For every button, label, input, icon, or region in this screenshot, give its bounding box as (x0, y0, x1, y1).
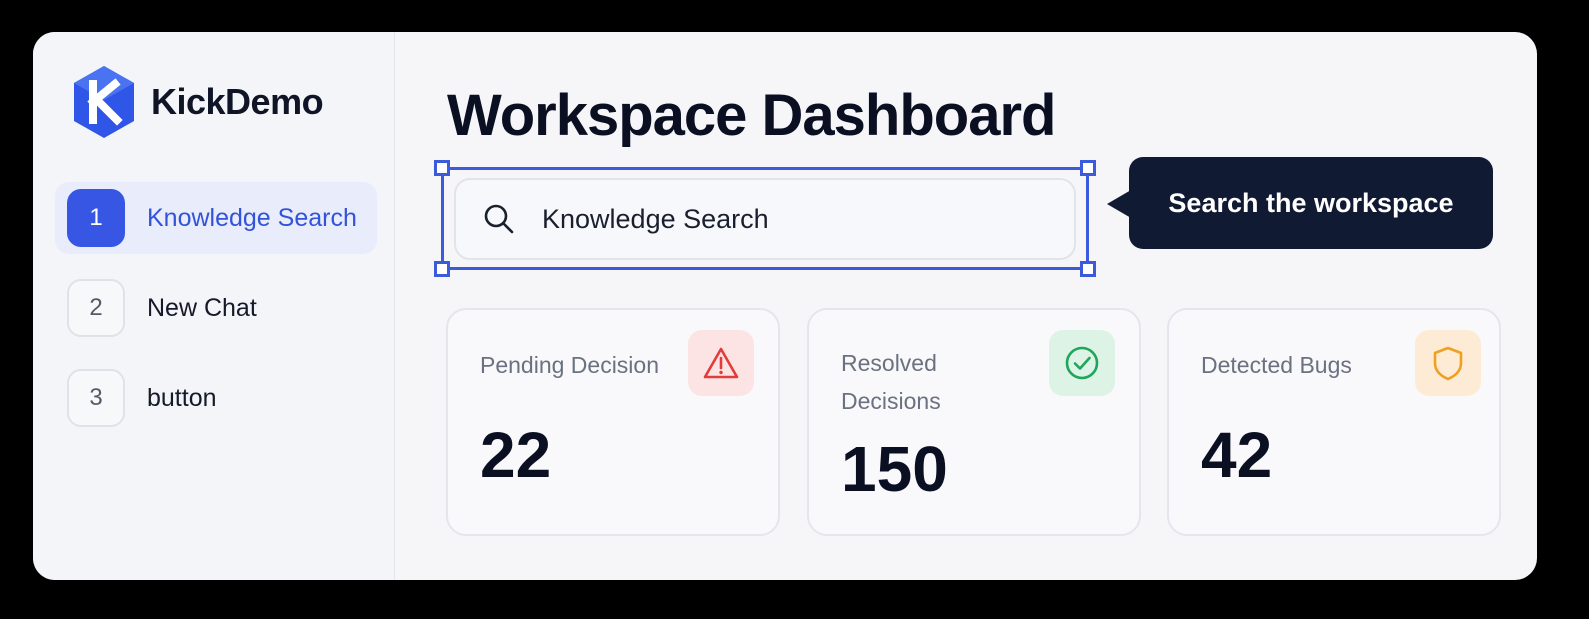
resize-handle-top-right[interactable] (1080, 160, 1096, 176)
brand[interactable]: KickDemo (71, 64, 324, 140)
warning-icon (703, 347, 739, 379)
check-circle-icon (1065, 346, 1099, 380)
stat-card-pending-decision[interactable]: Pending Decision 22 (446, 308, 780, 536)
app-window: KickDemo 1 Knowledge Search 2 New Chat 3… (33, 32, 1537, 580)
stat-card-label: Detected Bugs (1201, 352, 1352, 378)
brand-name: KickDemo (151, 81, 324, 122)
shield-icon (1433, 346, 1463, 381)
nav-number-badge: 1 (67, 189, 125, 247)
sidebar: KickDemo 1 Knowledge Search 2 New Chat 3… (33, 32, 395, 580)
shield-icon-badge (1415, 330, 1481, 396)
search-input[interactable] (542, 203, 1062, 235)
tooltip-arrow (1107, 190, 1131, 218)
stat-card-label: Resolved Decisions (841, 350, 941, 414)
sidebar-nav: 1 Knowledge Search 2 New Chat 3 button (55, 182, 377, 452)
stat-card-value: 42 (1201, 419, 1273, 491)
resize-handle-bottom-left[interactable] (434, 261, 450, 277)
stat-card-value: 22 (480, 419, 552, 491)
stat-card-resolved-decisions[interactable]: Resolved Decisions 150 (807, 308, 1141, 536)
nav-number-badge: 2 (67, 279, 125, 337)
search-tooltip: Search the workspace (1107, 157, 1493, 249)
sidebar-item-label: button (147, 383, 217, 412)
sidebar-item-knowledge-search[interactable]: 1 Knowledge Search (55, 182, 377, 254)
stat-card-value: 150 (841, 433, 948, 505)
stat-card-label: Pending Decision (480, 352, 660, 378)
search-box[interactable] (454, 178, 1076, 260)
main-content: Workspace Dashboard Search the workspace… (395, 32, 1537, 580)
resize-handle-bottom-right[interactable] (1080, 261, 1096, 277)
sidebar-item-label: New Chat (147, 293, 257, 322)
sidebar-item-button[interactable]: 3 button (55, 362, 377, 434)
kickdemo-logo-icon (74, 66, 134, 138)
sidebar-item-label: Knowledge Search (147, 203, 357, 232)
sidebar-item-new-chat[interactable]: 2 New Chat (55, 272, 377, 344)
page-title: Workspace Dashboard (447, 83, 1056, 148)
tooltip-text: Search the workspace (1168, 187, 1454, 218)
stat-card-detected-bugs[interactable]: Detected Bugs 42 (1167, 308, 1501, 536)
nav-number-badge: 3 (67, 369, 125, 427)
check-circle-icon-badge (1049, 330, 1115, 396)
resize-handle-top-left[interactable] (434, 160, 450, 176)
selection-frame (434, 160, 1096, 277)
warning-icon-badge (688, 330, 754, 396)
search-icon (484, 204, 514, 234)
